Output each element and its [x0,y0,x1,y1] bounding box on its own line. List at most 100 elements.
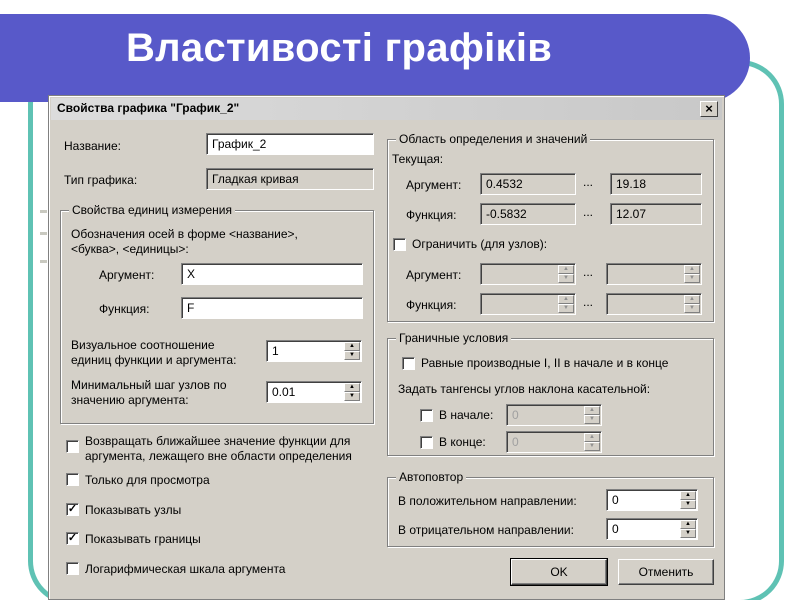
tangent-end-stepper[interactable]: 0 ▲ ▼ [506,431,602,453]
name-label: Название: [64,139,121,153]
slide: Властивості графіків Свойства графика "Г… [0,0,800,600]
stepper-down-icon[interactable]: ▼ [344,351,360,360]
domain-group: Область определения и значений Текущая: … [387,132,714,322]
limit-argument-label: Аргумент: [406,268,462,282]
limit-function-from-stepper[interactable]: ▲ ▼ [480,293,576,315]
range-separator: ... [583,265,594,279]
units-function-input[interactable]: F [181,297,363,319]
argument-from-field: 0.4532 [480,173,576,195]
slide-title: Властивості графіків [126,26,553,70]
dialog-titlebar[interactable]: Свойства графика "График_2" × [51,98,722,120]
equal-derivatives-checkbox[interactable] [402,357,415,370]
stepper-down-icon[interactable]: ▼ [680,500,696,509]
dialog-title: Свойства графика "График_2" [57,101,240,115]
domain-group-legend: Область определения и значений [396,132,591,146]
nearest-value-label-line2: аргумента, лежащего вне области определе… [85,449,352,463]
tangent-start-stepper[interactable]: 0 ▲ ▼ [506,404,602,426]
units-function-label: Функция: [99,302,150,316]
background-fragment [40,232,47,235]
range-separator: ... [583,205,594,219]
range-separator: ... [583,295,594,309]
show-bounds-label: Показывать границы [85,532,201,546]
domain-function-label: Функция: [406,208,457,222]
limit-function-to-stepper[interactable]: ▲ ▼ [606,293,702,315]
negative-direction-value: 0 [612,522,619,536]
stepper-up-icon[interactable]: ▲ [558,265,574,274]
stepper-up-icon[interactable]: ▲ [584,433,600,442]
range-separator: ... [583,175,594,189]
stepper-down-icon[interactable]: ▼ [344,392,360,401]
function-to-field: 12.07 [610,203,702,225]
axes-notation-label-line1: Обозначения осей в форме <название>, [71,227,298,241]
stepper-down-icon[interactable]: ▼ [558,274,574,283]
limit-argument-to-stepper[interactable]: ▲ ▼ [606,263,702,285]
close-button[interactable]: × [700,101,718,117]
visual-ratio-value: 1 [272,344,279,358]
stepper-down-icon[interactable]: ▼ [558,304,574,313]
equal-derivatives-label: Равные производные I, II в начале и в ко… [421,356,669,370]
tangent-start-value: 0 [512,408,519,422]
stepper-down-icon[interactable]: ▼ [584,415,600,424]
visual-ratio-label-line1: Визуальное соотношение [71,338,215,352]
log-scale-label: Логарифмическая шкала аргумента [85,562,286,576]
units-argument-label: Аргумент: [99,268,155,282]
units-argument-input[interactable]: X [181,263,363,285]
stepper-up-icon[interactable]: ▲ [584,406,600,415]
stepper-up-icon[interactable]: ▲ [680,520,696,529]
graph-type-field: Гладкая кривая [206,168,374,190]
background-fragment [40,210,47,213]
nearest-value-checkbox[interactable] [66,440,79,453]
nearest-value-label-line1: Возвращать ближайшее значение функции дл… [85,434,351,448]
view-only-checkbox[interactable] [66,473,79,486]
tangent-end-checkbox[interactable] [420,436,433,449]
stepper-up-icon[interactable]: ▲ [684,295,700,304]
boundary-group-legend: Граничные условия [396,331,512,345]
negative-direction-stepper[interactable]: 0 ▲ ▼ [606,518,698,540]
stepper-down-icon[interactable]: ▼ [680,529,696,538]
graph-properties-dialog: Свойства графика "График_2" × Название: … [48,95,725,600]
background-fragment [40,260,47,263]
boundary-group: Граничные условия Равные производные I, … [387,331,714,456]
current-label: Текущая: [392,152,444,166]
function-from-field: -0.5832 [480,203,576,225]
autorepeat-group: Автоповтор В положительном направлении: … [387,470,714,547]
limit-nodes-label: Ограничить (для узлов): [412,237,548,251]
show-nodes-checkbox[interactable]: ✓ [66,503,79,516]
negative-direction-label: В отрицательном направлении: [398,523,574,537]
visual-ratio-stepper[interactable]: 1 ▲ ▼ [266,340,362,362]
tangent-start-checkbox[interactable] [420,409,433,422]
min-step-stepper[interactable]: 0.01 ▲ ▼ [266,381,362,403]
limit-nodes-checkbox[interactable] [393,238,406,251]
limit-function-label: Функция: [406,298,457,312]
stepper-up-icon[interactable]: ▲ [344,383,360,392]
ok-button[interactable]: OK [510,558,608,586]
stepper-up-icon[interactable]: ▲ [680,491,696,500]
stepper-down-icon[interactable]: ▼ [584,442,600,451]
show-bounds-checkbox[interactable]: ✓ [66,532,79,545]
units-group: Свойства единиц измерения Обозначения ос… [60,203,374,424]
stepper-down-icon[interactable]: ▼ [684,304,700,313]
tangent-label: Задать тангенсы углов наклона касательно… [398,382,651,396]
domain-argument-label: Аргумент: [406,178,462,192]
stepper-down-icon[interactable]: ▼ [684,274,700,283]
visual-ratio-label-line2: единиц функции и аргумента: [71,353,237,367]
graph-type-label: Тип графика: [64,173,138,187]
view-only-label: Только для просмотра [85,473,210,487]
axes-notation-label-line2: <буква>, <единицы>: [71,242,189,256]
stepper-up-icon[interactable]: ▲ [684,265,700,274]
positive-direction-label: В положительном направлении: [398,494,577,508]
tangent-end-label: В конце: [439,435,486,449]
units-group-legend: Свойства единиц измерения [69,203,235,217]
stepper-up-icon[interactable]: ▲ [344,342,360,351]
limit-argument-from-stepper[interactable]: ▲ ▼ [480,263,576,285]
min-step-label-line1: Минимальный шаг узлов по [71,378,227,392]
positive-direction-value: 0 [612,493,619,507]
log-scale-checkbox[interactable] [66,562,79,575]
positive-direction-stepper[interactable]: 0 ▲ ▼ [606,489,698,511]
show-nodes-label: Показывать узлы [85,503,182,517]
name-input[interactable]: График_2 [206,133,374,155]
argument-to-field: 19.18 [610,173,702,195]
cancel-button[interactable]: Отменить [618,559,714,585]
stepper-up-icon[interactable]: ▲ [558,295,574,304]
min-step-label-line2: значению аргумента: [71,393,189,407]
